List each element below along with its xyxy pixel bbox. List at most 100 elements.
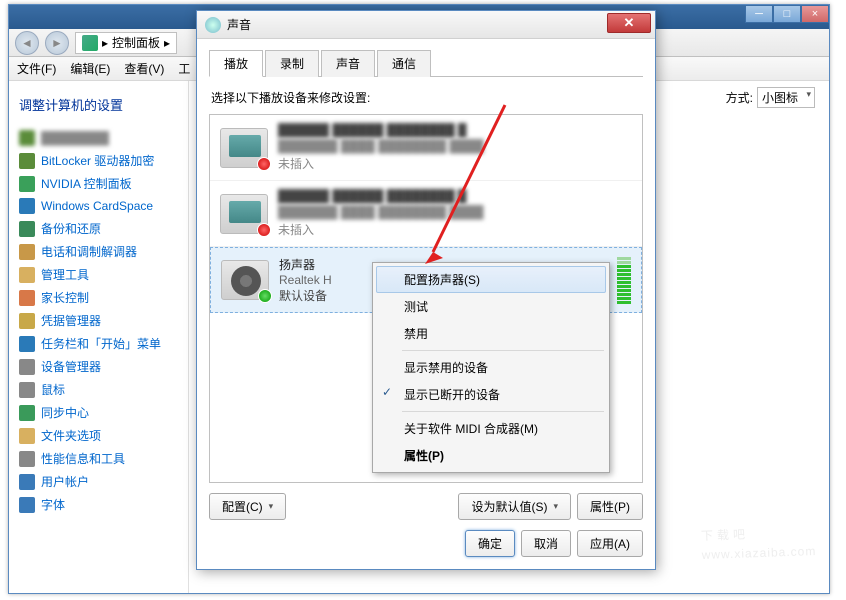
sidebar-item[interactable]: 管理工具 (19, 266, 178, 283)
menu-show-disabled[interactable]: 显示禁用的设备 (376, 354, 606, 381)
view-combo[interactable]: 小图标 (757, 87, 815, 108)
menu-properties[interactable]: 属性(P) (376, 442, 606, 469)
back-button[interactable]: ◄ (15, 31, 39, 55)
item-label: 设备管理器 (41, 358, 101, 375)
item-label: 任务栏和「开始」菜单 (41, 335, 161, 352)
monitor-icon (220, 128, 268, 168)
device-name: ██████ ██████ ████████ █ (278, 123, 632, 137)
view-style: 方式: 小图标 (726, 87, 815, 108)
tab-sounds[interactable]: 声音 (321, 50, 375, 77)
close-button[interactable]: × (801, 5, 829, 23)
ok-button[interactable]: 确定 (465, 530, 515, 557)
speaker-icon (221, 260, 269, 300)
menu-test[interactable]: 测试 (376, 293, 606, 320)
device-row[interactable]: ██████ ██████ ████████ █ ███████ ████ ██… (210, 181, 642, 247)
sidebar-item[interactable]: 字体 (19, 496, 178, 513)
unplugged-badge (257, 157, 271, 171)
device-row[interactable]: ██████ ██████ ████████ █ ███████ ████ ██… (210, 115, 642, 181)
item-icon (19, 336, 35, 352)
item-icon (19, 221, 35, 237)
menu-view[interactable]: 查看(V) (124, 60, 164, 77)
vu-meter (617, 256, 631, 304)
item-label: BitLocker 驱动器加密 (41, 152, 154, 169)
sound-icon (205, 17, 221, 33)
forward-button[interactable]: ► (45, 31, 69, 55)
cancel-button[interactable]: 取消 (521, 530, 571, 557)
watermark: 下载吧 www.xiazaiba.com (700, 507, 816, 562)
apply-button[interactable]: 应用(A) (577, 530, 643, 557)
sidebar-item[interactable]: 备份和还原 (19, 220, 178, 237)
device-status: 未插入 (278, 155, 632, 172)
dialog-titlebar[interactable]: 声音 ✕ (197, 11, 655, 39)
item-icon (19, 290, 35, 306)
item-icon (19, 405, 35, 421)
tab-communications[interactable]: 通信 (377, 50, 431, 77)
item-label: 管理工具 (41, 266, 89, 283)
sidebar-item[interactable]: BitLocker 驱动器加密 (19, 152, 178, 169)
menu-about-midi[interactable]: 关于软件 MIDI 合成器(M) (376, 415, 606, 442)
item-label: 文件夹选项 (41, 427, 101, 444)
device-status: 未插入 (278, 221, 632, 238)
properties-button[interactable]: 属性(P) (577, 493, 643, 520)
check-icon: ✓ (382, 385, 392, 399)
sidebar: 调整计算机的设置 ████████ BitLocker 驱动器加密NVIDIA … (9, 81, 189, 593)
default-badge (258, 289, 272, 303)
sidebar-item[interactable]: NVIDIA 控制面板 (19, 175, 178, 192)
menu-file[interactable]: 文件(F) (17, 60, 56, 77)
item-icon (19, 198, 35, 214)
sidebar-item[interactable]: 鼠标 (19, 381, 178, 398)
item-label: 电话和调制解调器 (41, 243, 137, 260)
menu-show-disconnected[interactable]: ✓ 显示已断开的设备 (376, 381, 606, 408)
sidebar-item[interactable]: 设备管理器 (19, 358, 178, 375)
menu-configure-speakers[interactable]: 配置扬声器(S) (376, 266, 606, 293)
unplugged-badge (257, 223, 271, 237)
sidebar-item[interactable]: 家长控制 (19, 289, 178, 306)
item-icon (19, 244, 35, 260)
item-label: 字体 (41, 496, 65, 513)
close-icon[interactable]: ✕ (607, 13, 651, 33)
device-driver: ███████ ████ ████████ ████ (278, 139, 632, 153)
context-menu: 配置扬声器(S) 测试 禁用 显示禁用的设备 ✓ 显示已断开的设备 关于软件 MI… (372, 262, 610, 473)
instruction-text: 选择以下播放设备来修改设置: (211, 89, 641, 106)
dialog-title: 声音 (227, 16, 251, 33)
menu-separator (402, 411, 604, 412)
tab-playback[interactable]: 播放 (209, 50, 263, 77)
menu-edit[interactable]: 编辑(E) (70, 60, 110, 77)
item-icon (19, 153, 35, 169)
item-label: 用户帐户 (41, 473, 89, 490)
sidebar-item[interactable]: 同步中心 (19, 404, 178, 421)
tab-strip: 播放 录制 声音 通信 (209, 49, 643, 77)
menu-tools[interactable]: 工 (178, 60, 190, 77)
sidebar-item[interactable]: 用户帐户 (19, 473, 178, 490)
sidebar-item[interactable]: Windows CardSpace (19, 198, 178, 214)
item-label: 凭据管理器 (41, 312, 101, 329)
menu-disable[interactable]: 禁用 (376, 320, 606, 347)
sidebar-item[interactable]: 电话和调制解调器 (19, 243, 178, 260)
sidebar-item[interactable]: ████████ (19, 130, 178, 146)
configure-button[interactable]: 配置(C) (209, 493, 286, 520)
item-icon (19, 382, 35, 398)
item-label: 同步中心 (41, 404, 89, 421)
menu-label: 显示已断开的设备 (404, 388, 500, 402)
maximize-button[interactable]: □ (773, 5, 801, 23)
item-label: Windows CardSpace (41, 199, 153, 213)
item-label: 鼠标 (41, 381, 65, 398)
item-label: 性能信息和工具 (41, 450, 125, 467)
sidebar-item[interactable]: 文件夹选项 (19, 427, 178, 444)
item-label: 家长控制 (41, 289, 89, 306)
control-panel-icon (82, 35, 98, 51)
item-label: 备份和还原 (41, 220, 101, 237)
sidebar-item[interactable]: 性能信息和工具 (19, 450, 178, 467)
tab-recording[interactable]: 录制 (265, 50, 319, 77)
breadcrumb[interactable]: ▸ 控制面板 ▸ (75, 32, 177, 54)
item-icon (19, 428, 35, 444)
item-icon (19, 451, 35, 467)
item-icon (19, 497, 35, 513)
item-label: NVIDIA 控制面板 (41, 175, 132, 192)
set-default-button[interactable]: 设为默认值(S) (458, 493, 571, 520)
item-icon (19, 474, 35, 490)
sidebar-item[interactable]: 任务栏和「开始」菜单 (19, 335, 178, 352)
item-icon (19, 313, 35, 329)
minimize-button[interactable]: ─ (745, 5, 773, 23)
sidebar-item[interactable]: 凭据管理器 (19, 312, 178, 329)
